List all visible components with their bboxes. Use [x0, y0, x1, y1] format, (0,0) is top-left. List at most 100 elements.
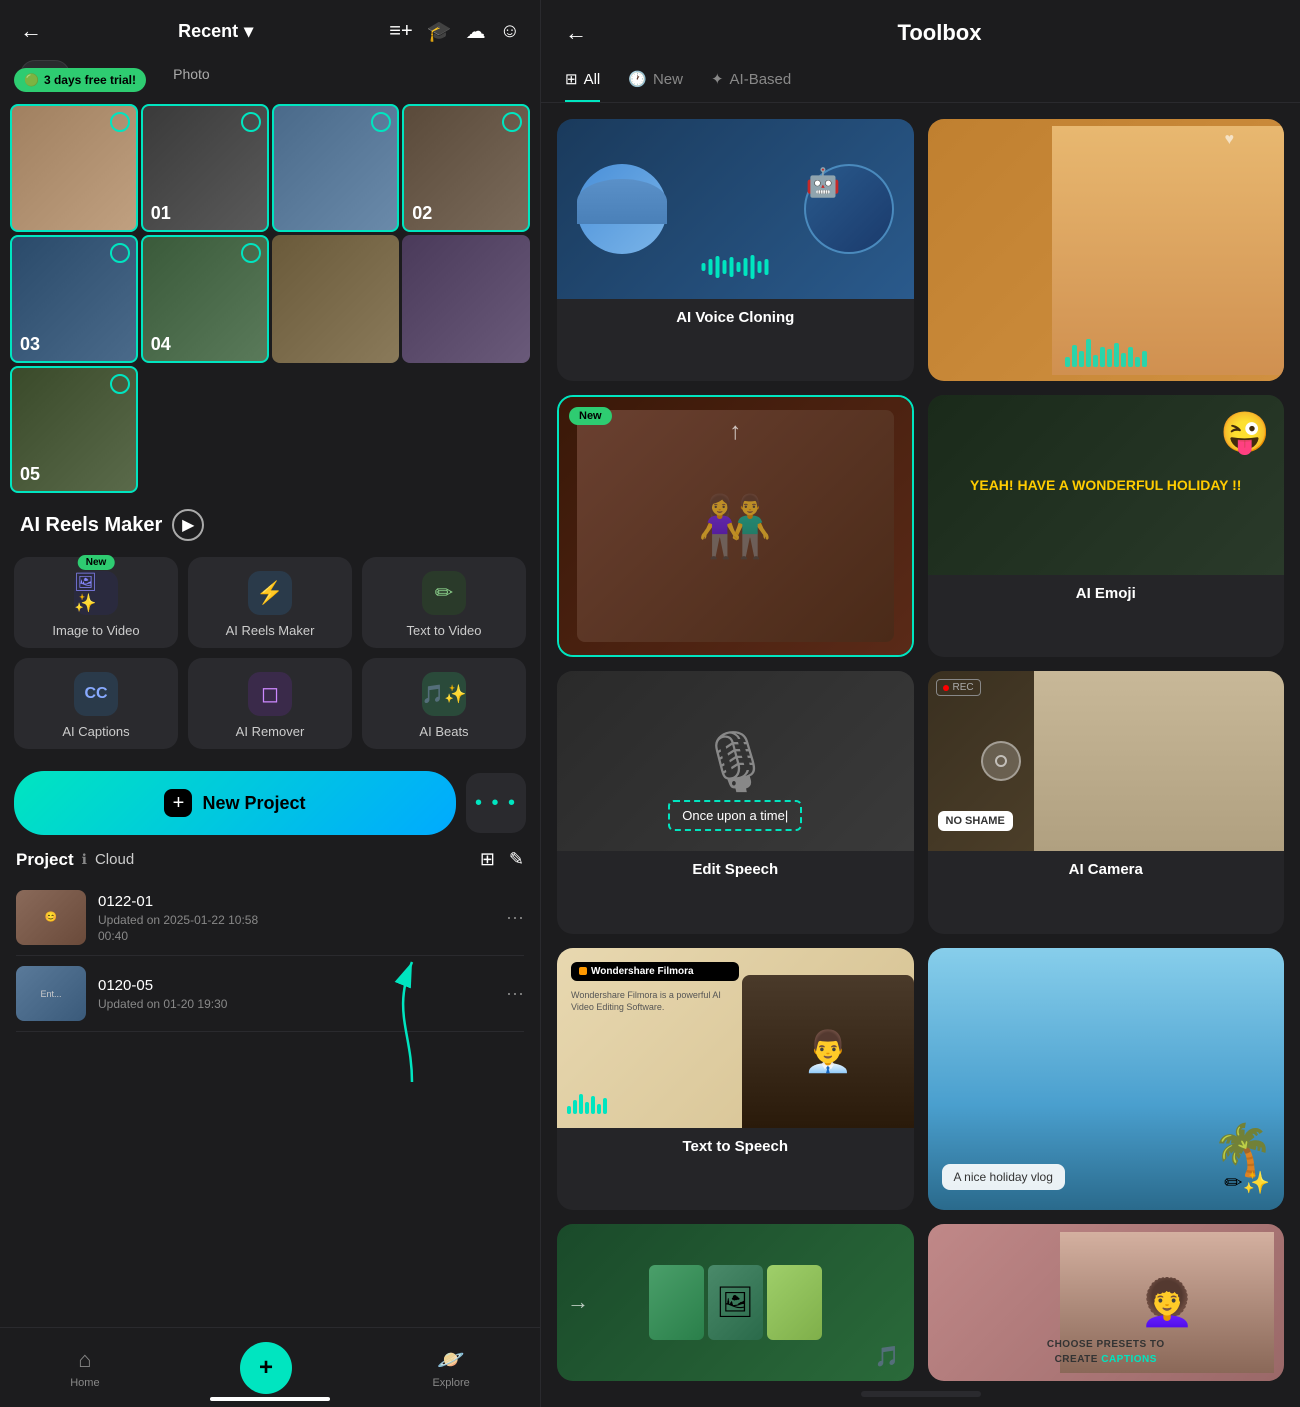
- voice-clone-preview: 🤖: [557, 119, 914, 299]
- tool-card-ai-beats[interactable]: ♥ AI Beats: [928, 119, 1285, 381]
- project-section: Project ℹ Cloud ⊞ ✎ 😊 0122-01 Updated on…: [0, 849, 540, 1032]
- edit-speech-preview: 🎙 Once upon a time|: [557, 671, 914, 851]
- tool-card-ai-emoji[interactable]: YEAH! HAVE A WONDERFUL HOLIDAY !! 😜 AI E…: [928, 395, 1285, 657]
- tool-card-text-to-speech[interactable]: Wondershare Filmora Wondershare Filmora …: [557, 948, 914, 1210]
- project-more-button[interactable]: ···: [506, 983, 524, 1004]
- media-checkbox[interactable]: [371, 112, 391, 132]
- media-checkbox[interactable]: [110, 243, 130, 263]
- emoji-content: YEAH! HAVE A WONDERFUL HOLIDAY !! 😜: [928, 395, 1285, 575]
- tool-ai-remover[interactable]: ◻ AI Remover: [188, 658, 352, 749]
- media-item[interactable]: [10, 104, 138, 232]
- recent-dropdown[interactable]: Recent ▾: [178, 21, 253, 42]
- media-item[interactable]: 05: [10, 366, 138, 494]
- media-item[interactable]: 01: [141, 104, 269, 232]
- rec-text: REC: [953, 682, 974, 693]
- nav-explore[interactable]: 🪐 Explore: [432, 1347, 469, 1389]
- media-checkbox[interactable]: [241, 112, 261, 132]
- toolbox-back-button[interactable]: ←: [565, 20, 587, 46]
- nav-home[interactable]: ⌂ Home: [70, 1347, 99, 1389]
- ai-camera-preview: REC NO SHAME: [928, 671, 1285, 851]
- tool-card-image-to-video[interactable]: 👫 ↑ New Image to Video: [557, 395, 914, 657]
- dropdown-arrow: ▾: [244, 21, 253, 42]
- tab-new[interactable]: 🕐 New: [628, 62, 683, 102]
- image-to-video-preview: 👫 ↑: [559, 397, 912, 655]
- tool-card-ai-camera[interactable]: REC NO SHAME AI Camera: [928, 671, 1285, 933]
- toolbox-grid: 🤖 AI Voice Cloning: [541, 119, 1300, 1381]
- badge-icon[interactable]: 🎓: [427, 19, 452, 44]
- project-name: 0122-01: [98, 893, 494, 910]
- tool-label: AI Beats: [419, 724, 468, 739]
- tool-card-label: AI Voice Cloning: [557, 299, 914, 340]
- right-bottom-indicator: [861, 1391, 981, 1397]
- tool-ai-reels[interactable]: ⚡ AI Reels Maker: [188, 557, 352, 648]
- media-checkbox[interactable]: [241, 243, 261, 263]
- media-item[interactable]: 03: [10, 235, 138, 363]
- tool-card-ai-reels[interactable]: 🖼 🎵 → AI Reels Maker: [557, 1224, 914, 1381]
- new-project-button[interactable]: + New Project: [14, 771, 456, 835]
- grid-view-icon[interactable]: ⊞: [480, 849, 495, 870]
- tool-buttons-row1: New 🖼✨ Image to Video ⚡ AI Reels Maker ✏…: [0, 557, 540, 648]
- tool-icon: CC: [74, 672, 118, 716]
- tool-icon: ✏: [422, 571, 466, 615]
- tool-icon: ⚡: [248, 571, 292, 615]
- reels-music-icon: 🎵: [875, 1344, 900, 1369]
- filter-photo[interactable]: Photo: [157, 60, 226, 90]
- media-item[interactable]: [272, 235, 400, 363]
- home-indicator: [210, 1397, 330, 1401]
- tool-card-text-to-video[interactable]: 🌴 A nice holiday vlog ✏✨ Text to Video: [928, 948, 1285, 1210]
- media-item[interactable]: 04: [141, 235, 269, 363]
- ai-emoji-preview: YEAH! HAVE A WONDERFUL HOLIDAY !! 😜: [928, 395, 1285, 575]
- trial-text: 3 days free trial!: [44, 73, 136, 87]
- tab-ai-based[interactable]: ✦ AI-Based: [711, 62, 791, 102]
- media-number: 05: [20, 464, 40, 485]
- captions-text-overlay: CHOOSE PRESETS TOCREATE CAPTIONS: [928, 1337, 1285, 1367]
- tool-text-to-video[interactable]: ✏ Text to Video: [362, 557, 526, 648]
- reel-thumb-1: [649, 1265, 704, 1340]
- project-item: 😊 0122-01 Updated on 2025-01-22 10:58 00…: [16, 880, 524, 956]
- tool-card-label: Edit Speech: [557, 851, 914, 892]
- tab-all[interactable]: ⊞ All: [565, 62, 600, 102]
- dots-icon: • • •: [475, 792, 517, 815]
- beats-waveform: [928, 337, 1285, 367]
- face-icon[interactable]: ☺: [500, 20, 520, 43]
- media-number: 03: [20, 334, 40, 355]
- tool-card-ai-voice-cloning[interactable]: 🤖 AI Voice Cloning: [557, 119, 914, 381]
- waveform: [702, 255, 769, 279]
- tool-ai-beats[interactable]: 🎵✨ AI Beats: [362, 658, 526, 749]
- toolbox-title: Toolbox: [603, 20, 1276, 46]
- edit-icon[interactable]: ≡+: [389, 20, 412, 43]
- new-tab-label: New: [653, 71, 683, 88]
- media-item[interactable]: [402, 235, 530, 363]
- tool-card-edit-speech[interactable]: 🎙 Once upon a time| Edit Speech: [557, 671, 914, 933]
- tool-image-to-video[interactable]: New 🖼✨ Image to Video: [14, 557, 178, 648]
- nav-create-button[interactable]: +: [240, 1342, 292, 1394]
- media-checkbox[interactable]: [502, 112, 522, 132]
- edit-projects-icon[interactable]: ✎: [509, 849, 524, 870]
- back-button[interactable]: ←: [20, 18, 42, 44]
- recent-title: Recent: [178, 21, 238, 42]
- ai-banner-play[interactable]: ▶: [172, 509, 204, 541]
- reel-thumb-2: 🖼: [708, 1265, 763, 1340]
- robot-face: 🤖: [804, 164, 894, 254]
- arrow-indicator: [382, 952, 442, 1097]
- tool-card-ai-captions[interactable]: 👩‍🦱 CHOOSE PRESETS TOCREATE CAPTIONS AI …: [928, 1224, 1285, 1381]
- project-header-right: ⊞ ✎: [480, 849, 524, 870]
- cloud-icon[interactable]: ☁: [466, 19, 486, 44]
- trial-badge[interactable]: 🟢 3 days free trial!: [14, 68, 146, 92]
- explore-label: Explore: [432, 1377, 469, 1389]
- tool-label: Image to Video: [52, 623, 139, 638]
- media-checkbox[interactable]: [110, 374, 130, 394]
- media-item[interactable]: [272, 104, 400, 232]
- new-badge: New: [78, 555, 115, 570]
- media-item[interactable]: 02: [402, 104, 530, 232]
- project-thumbnail[interactable]: 😊: [16, 890, 86, 945]
- pen-icon: ✏✨: [1224, 1170, 1270, 1196]
- project-thumbnail[interactable]: Ent...: [16, 966, 86, 1021]
- media-checkbox[interactable]: [110, 112, 130, 132]
- ai-based-tab-label: AI-Based: [730, 71, 792, 88]
- tool-ai-captions[interactable]: CC AI Captions: [14, 658, 178, 749]
- tool-card-label: AI Camera: [928, 851, 1285, 892]
- project-more-button[interactable]: ···: [506, 907, 524, 928]
- more-button[interactable]: • • •: [466, 773, 526, 833]
- create-icon: +: [259, 1354, 273, 1382]
